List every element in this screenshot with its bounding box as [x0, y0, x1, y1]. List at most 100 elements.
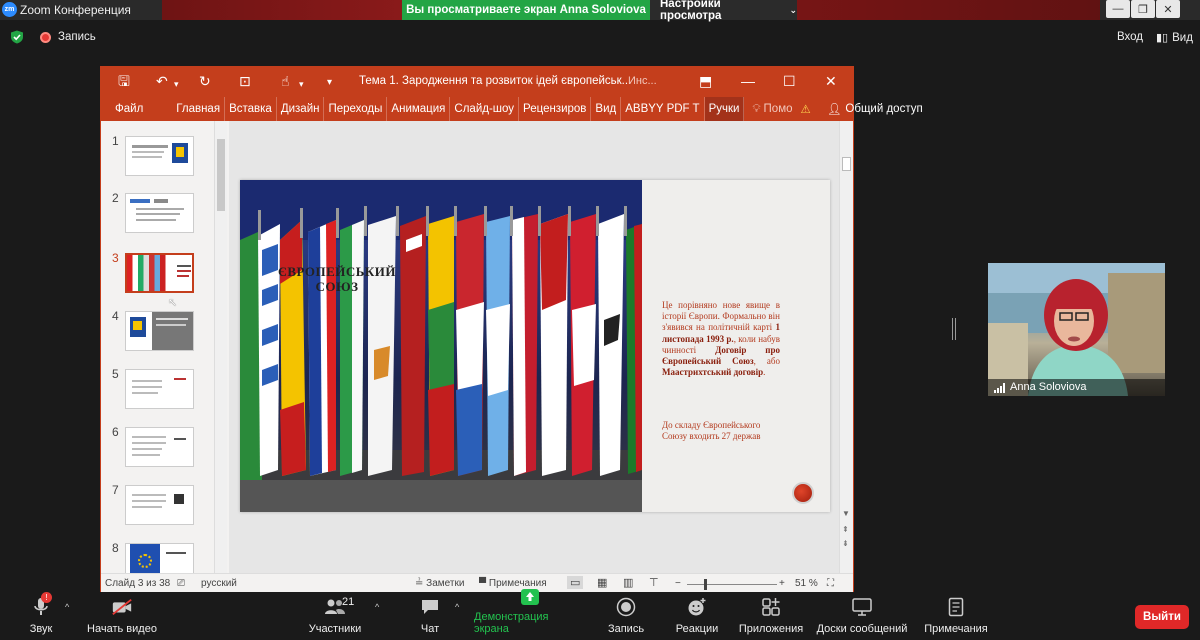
leave-meeting-button[interactable]: Выйти — [1135, 605, 1189, 629]
slide-scrollbar-thumb[interactable] — [842, 157, 851, 171]
tab-animation[interactable]: Анимация — [387, 97, 451, 121]
slide-thumbnail-8[interactable] — [125, 543, 194, 573]
tab-design[interactable]: Дизайн — [277, 97, 325, 121]
recording-indicator-icon[interactable] — [40, 32, 51, 43]
enter-button[interactable]: Вход — [1117, 31, 1143, 43]
view-settings-label: Настройки просмотра — [660, 0, 722, 22]
tell-me-box[interactable]: 💡︎ Помо — [744, 97, 796, 121]
tab-review[interactable]: Рецензиров — [519, 97, 592, 121]
next-slide-icon[interactable]: ⇟ — [842, 539, 849, 548]
tab-transitions[interactable]: Переходы — [324, 97, 388, 121]
ppt-minimize-icon[interactable]: — — [741, 73, 755, 89]
scroll-down-icon[interactable]: ▼ — [842, 509, 850, 518]
tab-abbyy[interactable]: ABBYY PDF T — [621, 97, 705, 121]
tab-view[interactable]: Вид — [591, 97, 622, 121]
recording-label[interactable]: Запись — [58, 31, 96, 43]
slide-thumbnail-7[interactable] — [125, 485, 194, 525]
thumbnail-scrollbar-thumb[interactable] — [217, 139, 225, 211]
ppt-close-icon[interactable]: ✕ — [825, 73, 837, 89]
undo-dropdown-icon[interactable]: ▾ — [174, 76, 179, 92]
touch-mode-icon[interactable]: ☝ — [281, 73, 290, 89]
spellcheck-icon[interactable]: ⎚ — [177, 578, 185, 589]
participant-video-tile[interactable]: Anna Soloviova — [988, 263, 1165, 396]
notes-tool-label: Примечания — [924, 623, 988, 635]
tab-slideshow[interactable]: Слайд-шоу — [450, 97, 520, 121]
slide-thumbnail-2[interactable] — [125, 193, 194, 233]
share-screen-label: Демонстрация экрана — [474, 611, 549, 635]
ppt-document-title: Тема 1. Зародження та розвиток ідей євро… — [359, 75, 632, 87]
redo-icon[interactable]: ↻ — [199, 73, 211, 89]
fit-slide-icon[interactable]: ⛶ — [827, 578, 834, 589]
notes-tool-button[interactable]: Примечания — [922, 592, 990, 640]
eu-flags-photo — [240, 180, 642, 512]
smiley-icon — [686, 596, 708, 618]
audio-options-caret[interactable]: ^ — [65, 602, 69, 612]
slideshow-view-icon[interactable]: ⊤ — [649, 576, 659, 589]
current-slide[interactable]: ЄВРОПЕЙСЬКИЙ СОЮЗ Це порівняно нове явищ… — [240, 180, 830, 512]
view-settings-menu[interactable]: Настройки просмотра ⌄ — [650, 0, 797, 22]
whiteboards-button[interactable]: Доски сообщений — [814, 592, 910, 640]
chat-label: Чат — [420, 623, 440, 635]
tab-insert[interactable]: Вставка — [225, 97, 277, 121]
tab-file[interactable]: Файл — [101, 97, 172, 121]
participant-name-label: Anna Soloviova — [988, 379, 1165, 396]
touch-dropdown-icon[interactable]: ▾ — [299, 76, 304, 92]
record-button[interactable]: Запись — [606, 592, 646, 640]
thumbnail-number: 6 — [112, 425, 119, 439]
audio-button[interactable]: ! Звук — [24, 592, 58, 640]
warning-icon[interactable]: ⚠ — [797, 97, 815, 121]
reactions-button[interactable]: Реакции — [674, 592, 720, 640]
close-window-button[interactable]: ✕ — [1156, 0, 1180, 18]
audio-warning-badge: ! — [41, 592, 52, 603]
share-access-button[interactable]: 👤︎ Общий доступ — [823, 97, 927, 121]
slide-thumbnail-6[interactable] — [125, 427, 194, 467]
restore-button[interactable]: ❐ — [1131, 0, 1155, 18]
view-button[interactable]: ▮▯ Вид — [1156, 31, 1193, 45]
chat-button[interactable]: Чат — [416, 592, 444, 640]
thumbnail-scrollbar[interactable] — [214, 121, 227, 573]
chat-options-caret[interactable]: ^ — [455, 602, 459, 612]
prev-slide-icon[interactable]: ⇞ — [842, 525, 849, 534]
thumbnail-number: 8 — [112, 541, 119, 555]
participants-options-caret[interactable]: ^ — [375, 602, 379, 612]
zoom-slider-track[interactable] — [687, 584, 777, 585]
tab-home[interactable]: Главная — [172, 97, 226, 121]
undo-icon[interactable]: ↶ — [156, 73, 168, 89]
tab-pens[interactable]: Ручки — [704, 97, 745, 121]
minimize-button[interactable]: — — [1106, 0, 1130, 18]
reactions-label: Реакции — [675, 623, 719, 635]
apps-button[interactable]: Приложения — [738, 592, 804, 640]
slide-title[interactable]: ЄВРОПЕЙСЬКИЙ СОЮЗ — [257, 264, 417, 294]
quick-access-menu-icon[interactable]: ▾ — [327, 75, 332, 91]
slide-body-text-2[interactable]: До складу Європейського Союзу входить 27… — [662, 420, 780, 442]
slide-thumbnail-1[interactable] — [125, 136, 194, 176]
zoom-slider-thumb[interactable] — [704, 579, 707, 590]
lightbulb-icon: 💡︎ — [752, 102, 761, 115]
slide-sorter-icon[interactable]: ▦ — [597, 576, 607, 589]
reading-view-icon[interactable]: ▥ — [623, 576, 633, 589]
participants-button[interactable]: 21 Участники — [304, 592, 366, 640]
language-indicator[interactable]: русский — [201, 578, 237, 589]
zoom-in-icon[interactable]: + — [779, 578, 785, 589]
zoom-out-icon[interactable]: − — [675, 578, 681, 589]
slide-thumbnail-3-selected[interactable] — [125, 253, 194, 293]
ppt-maximize-icon[interactable]: ☐ — [783, 73, 796, 89]
start-video-button[interactable]: Начать видео — [86, 592, 158, 640]
slide-scrollbar[interactable]: ▼ ⇞ ⇟ — [839, 121, 853, 573]
slideshow-start-icon[interactable]: ⊡ — [239, 73, 251, 89]
notes-button[interactable]: ≟ Заметки — [415, 578, 464, 589]
save-icon[interactable]: 🖫 — [118, 73, 130, 89]
share-screen-icon — [519, 588, 541, 606]
ribbon-display-icon[interactable]: ⬒ — [699, 73, 712, 89]
thumbnail-number: 3 — [112, 251, 119, 265]
slide-thumbnail-5[interactable] — [125, 369, 194, 409]
normal-view-icon[interactable]: ▭ — [567, 576, 584, 589]
panel-splitter-handle[interactable] — [952, 318, 956, 340]
slide-body-text[interactable]: Це порівняно нове явище в історії Європи… — [662, 300, 780, 378]
zoom-level[interactable]: 51 % — [795, 578, 818, 589]
slide-thumbnail-4[interactable] — [125, 311, 194, 351]
share-screen-button[interactable]: Демонстрация экрана — [474, 589, 586, 640]
window-titlebar: zm Zoom Конференция Вы просматриваете эк… — [0, 0, 1200, 22]
app-title: Zoom Конференция — [20, 3, 131, 17]
security-shield-icon[interactable] — [10, 30, 24, 44]
